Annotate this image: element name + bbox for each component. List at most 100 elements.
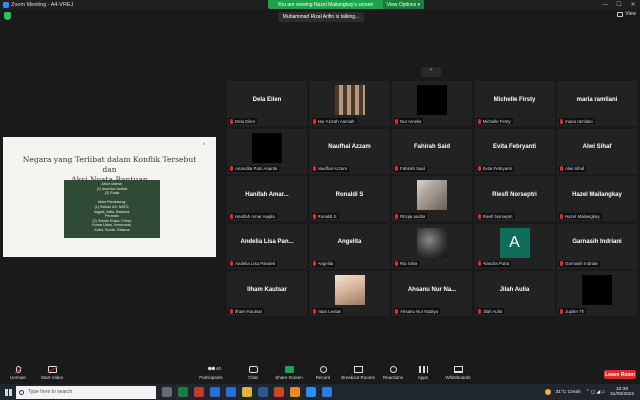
participant-name: Fahirah Said xyxy=(400,166,425,171)
participant-tile-maria[interactable]: maria ramliani maria ramliani xyxy=(557,81,637,126)
participant-name: intan Lestari xyxy=(317,308,342,314)
share-screen-button[interactable]: Share Screen xyxy=(271,366,307,380)
participant-display-name: Michelle Firsty xyxy=(493,96,536,103)
participant-tile-riesfi[interactable]: Riesfi Norseptri Riesfi Norseptri xyxy=(474,176,555,221)
app-icon[interactable] xyxy=(290,387,300,397)
participants-button[interactable]: 40 Participants xyxy=(193,366,229,380)
clock[interactable]: 10:39 31/05/2022 xyxy=(610,387,634,398)
participant-video xyxy=(252,132,282,163)
participant-tile-nur-amelia[interactable]: Nur Amelia xyxy=(392,81,472,126)
participant-name-tag: Ilham Kautsar xyxy=(229,308,265,314)
participant-tile-jilah[interactable]: Jilah Aulia Jilah Aulia xyxy=(474,271,555,316)
close-button[interactable]: ✕ xyxy=(626,0,640,10)
participant-tile-angelita[interactable]: Angelita Angelita xyxy=(309,223,390,269)
microphone-muted-icon xyxy=(312,213,316,219)
participant-tile-alwi[interactable]: Alwi Sihaf Alwi Sihaf xyxy=(557,128,637,174)
participant-tile-ilham[interactable]: Ilham Kautsar Ilham Kautsar xyxy=(227,271,307,316)
participant-tile-ronaldi[interactable]: Ronaldi S Ronaldi S xyxy=(309,176,390,221)
minimize-button[interactable]: — xyxy=(598,0,612,10)
gallery-scroll-up-button[interactable]: ⌃ xyxy=(421,67,441,77)
participant-tile-hanifah[interactable]: Hanifah Amar... Hanifah Amar Aaqila xyxy=(227,176,307,221)
participant-tile-garnasih[interactable]: Garnasih Indriani Garnasih Indriani xyxy=(557,223,637,269)
record-button[interactable]: Record xyxy=(305,366,341,380)
participant-tile-dela[interactable]: Dela Eilen Dela Eilen xyxy=(227,81,307,126)
participant-display-name: Garnasih Indriani xyxy=(572,239,622,245)
leave-room-button[interactable]: Leave Room xyxy=(604,370,636,379)
participant-display-name: Alwi Sihaf xyxy=(582,144,612,150)
participant-name: Alwi Sihaf xyxy=(565,166,585,171)
participant-tile-ahsanu[interactable]: Ahsanu Nur Na... Ahsanu Nur Nadiya xyxy=(392,271,472,316)
reactions-label: Reactions xyxy=(382,375,403,380)
participants-label: Participants xyxy=(199,375,223,380)
weather-text[interactable]: 31°C Cerah xyxy=(556,390,581,395)
participant-display-name: Ronaldi S xyxy=(335,191,364,198)
participant-name: Riesfi Norseptri xyxy=(482,213,513,219)
app-icon[interactable] xyxy=(194,387,204,397)
microphone-muted-icon xyxy=(477,261,481,266)
participant-tile-nur-azizah[interactable]: Nur Azizah Aamiah xyxy=(309,81,390,126)
participant-tile-fahirah[interactable]: Fahirah Said Fahirah Said xyxy=(392,128,472,174)
participant-tile-alandra[interactable]: A Alandra Putra xyxy=(474,223,555,269)
participant-tile-ria[interactable]: Ria Silva xyxy=(392,223,472,269)
participant-tile-evita[interactable]: Evita Febryanti Evita Febryanti xyxy=(474,128,555,174)
participant-tile-hazel[interactable]: Hazel Mailangkay Hazel Mailangkay xyxy=(557,176,637,221)
meeting-toolbar: Unmute Start Video 40 Participants Chat … xyxy=(0,364,640,384)
app-icon[interactable] xyxy=(210,387,220,397)
shield-icon[interactable] xyxy=(4,12,11,20)
tray-icons[interactable]: ⌃ ◻ ◢ ♫ xyxy=(586,390,605,395)
breakout-rooms-button[interactable]: Breakout Rooms xyxy=(338,366,378,380)
taskbar-search-box[interactable]: Type here to search xyxy=(16,385,156,399)
participant-tile-rizqia[interactable]: Rizqia andita xyxy=(392,176,472,221)
maximize-button[interactable]: ☐ xyxy=(612,0,626,10)
microphone-muted-icon xyxy=(395,308,398,314)
viewing-banner: You are viewing Nazel Mailangkay's scree… xyxy=(268,0,424,9)
participant-name: Alandra Putra xyxy=(482,261,510,266)
app-icon[interactable] xyxy=(322,387,332,397)
participant-tile-michelle[interactable]: Michelle Firsty Michelle Firsty xyxy=(474,81,555,126)
file-explorer-icon[interactable] xyxy=(242,387,252,397)
zoom-taskbar-icon[interactable] xyxy=(306,387,316,397)
unmute-button[interactable]: Unmute xyxy=(0,366,36,380)
task-view-icon[interactable] xyxy=(162,387,172,397)
participant-tile-anandita[interactable]: Anandita Putri Ananta xyxy=(227,128,307,174)
apps-button[interactable]: Apps xyxy=(405,366,441,380)
participant-name: Hazel Mailangkay xyxy=(565,213,600,219)
shared-screen[interactable]: 5 Negara yang Terlibat dalam Konflik Ter… xyxy=(3,137,216,257)
participant-name-tag: Dela Eilen xyxy=(229,118,258,124)
windows-taskbar: Type here to search 31°C Cerah ⌃ ◻ ◢ ♫ 1… xyxy=(0,384,640,400)
participant-name: Jupiter Th xyxy=(565,308,585,314)
start-video-button[interactable]: Start Video xyxy=(34,366,70,380)
chat-button[interactable]: Chat xyxy=(235,366,271,380)
participant-video xyxy=(417,180,447,210)
participant-name-tag: Fahirah Said xyxy=(394,165,427,172)
start-video-label: Start Video xyxy=(40,375,64,380)
participant-tile-naufhal[interactable]: Naufhal Azzam Naufhal Azzam xyxy=(309,128,390,174)
breakout-rooms-label: Breakout Rooms xyxy=(341,375,375,380)
whiteboards-button[interactable]: Whiteboards xyxy=(438,366,478,380)
participant-tile-jupiter[interactable]: Jupiter Th xyxy=(557,271,637,316)
search-icon xyxy=(19,389,24,395)
view-button[interactable]: View xyxy=(617,11,636,17)
participant-name-tag: Alandra Putra xyxy=(476,260,512,267)
edge-icon[interactable] xyxy=(226,387,236,397)
windows-logo-icon xyxy=(4,388,12,396)
store-icon[interactable] xyxy=(258,387,268,397)
app-icon[interactable] xyxy=(178,387,188,397)
microphone-muted-icon xyxy=(312,261,316,266)
view-options-button[interactable]: View Options ▾ xyxy=(382,0,424,9)
participant-name: Nur Azizah Aamiah xyxy=(317,118,355,124)
participant-name: Hanifah Amar Aaqila xyxy=(235,213,275,219)
microphone-muted-icon xyxy=(312,118,316,124)
participant-name: Naufhal Azzam xyxy=(317,166,348,171)
viewing-banner-text: You are viewing Nazel Mailangkay's scree… xyxy=(277,1,374,8)
participant-name-tag: Angelita xyxy=(311,260,336,267)
participant-name: Ahsanu Nur Nadiya xyxy=(400,308,439,314)
participant-count: 40 xyxy=(216,366,222,371)
participant-tile-andelia[interactable]: Andelia Lisa Pan... Andelia Lisa Pandeti xyxy=(227,223,307,269)
participant-tile-intan[interactable]: intan Lestari xyxy=(309,271,390,316)
participant-video xyxy=(417,85,447,115)
chat-label: Chat xyxy=(248,375,258,380)
windows-start-button[interactable] xyxy=(0,384,16,400)
office-icon[interactable] xyxy=(274,387,284,397)
participant-name-tag: Jilah Aulia xyxy=(476,308,505,314)
